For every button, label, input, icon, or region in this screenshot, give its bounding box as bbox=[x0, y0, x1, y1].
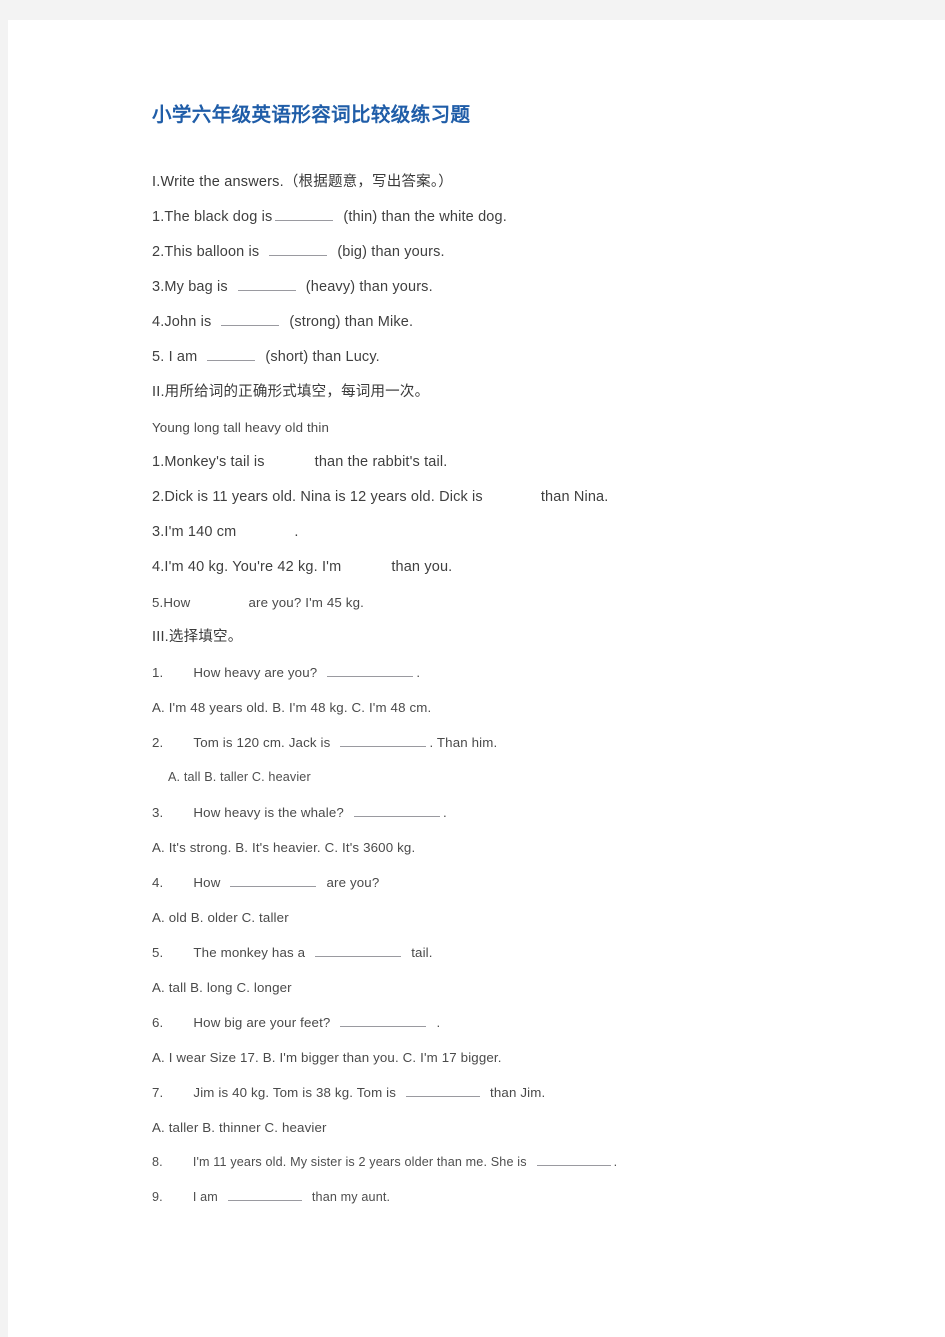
question-text-pre: The monkey has a bbox=[193, 945, 306, 960]
item-text-pre: 1.The black dog is bbox=[152, 209, 273, 225]
question-text-post: tail. bbox=[411, 945, 433, 960]
section-2-item-1: 1.Monkey's tail is than the rabbit's tail… bbox=[152, 445, 912, 480]
section-2-item-2: 2.Dick is 11 years old. Nina is 12 years… bbox=[152, 480, 912, 515]
section-3-choices-1[interactable]: A. I'm 48 years old. B. I'm 48 kg. C. I'… bbox=[152, 690, 912, 725]
section-2-item-4: 4.I'm 40 kg. You're 42 kg. I'm than you. bbox=[152, 550, 912, 585]
question-text-pre: How heavy is the whale? bbox=[193, 805, 344, 820]
question-number: 4. bbox=[152, 875, 164, 890]
item-text-pre: 4.John is bbox=[152, 314, 212, 330]
section-3-question-8: 8. I'm 11 years old. My sister is 2 years… bbox=[152, 1145, 912, 1180]
fill-blank[interactable] bbox=[207, 346, 256, 361]
item-text-post: than Nina. bbox=[540, 489, 609, 505]
question-text-pre: How heavy are you? bbox=[193, 665, 318, 680]
item-text-pre: 4.I'm 40 kg. You're 42 kg. I'm bbox=[152, 559, 342, 575]
section-1-item-5: 5. I am (short) than Lucy. bbox=[152, 340, 912, 375]
item-text-post: than you. bbox=[391, 559, 453, 575]
fill-blank[interactable] bbox=[230, 873, 317, 887]
item-text-pre: 5.How bbox=[152, 595, 191, 610]
section-2-item-3: 3.I'm 140 cm. bbox=[152, 515, 912, 550]
page-title: 小学六年级英语形容词比较级练习题 bbox=[152, 103, 471, 126]
section-3-choices-3[interactable]: A. It's strong. B. It's heavier. C. It's… bbox=[152, 830, 912, 865]
section-1-item-4: 4.John is (strong) than Mike. bbox=[152, 305, 912, 340]
item-text-post: . bbox=[294, 524, 299, 540]
question-number: 6. bbox=[152, 1015, 164, 1030]
item-text-pre: 1.Monkey's tail is bbox=[152, 454, 265, 470]
item-text-post: (short) than Lucy. bbox=[265, 349, 380, 365]
fill-blank[interactable] bbox=[344, 557, 388, 571]
fill-blank[interactable] bbox=[486, 487, 538, 501]
item-text-post: (big) than yours. bbox=[337, 244, 445, 260]
section-1-item-1: 1.The black dog is (thin) than the white … bbox=[152, 200, 912, 235]
fill-blank[interactable] bbox=[239, 522, 291, 536]
section-3-question-6: 6. How big are your feet?. bbox=[152, 1005, 912, 1040]
fill-blank[interactable] bbox=[269, 241, 328, 256]
fill-blank[interactable] bbox=[327, 663, 414, 677]
fill-blank[interactable] bbox=[193, 594, 245, 607]
section-1-heading: I.Write the answers.（根据题意，写出答案。） bbox=[152, 174, 454, 190]
question-text-post: . bbox=[442, 805, 447, 820]
question-text-post: . bbox=[416, 665, 421, 680]
item-text-post: (heavy) than yours. bbox=[305, 279, 433, 295]
question-text-post: . Than him. bbox=[429, 735, 498, 750]
section-3-question-5: 5. The monkey has a tail. bbox=[152, 935, 912, 970]
question-text-pre: Tom is 120 cm. Jack is bbox=[193, 735, 331, 750]
question-text-pre: How big are your feet? bbox=[193, 1015, 331, 1030]
question-text-pre: I'm 11 years old. My sister is 2 years o… bbox=[192, 1155, 527, 1169]
fill-blank[interactable] bbox=[221, 311, 280, 326]
question-text-post: than Jim. bbox=[490, 1085, 546, 1100]
fill-blank[interactable] bbox=[268, 452, 312, 466]
question-text-post: than my aunt. bbox=[311, 1190, 391, 1204]
question-number: 8. bbox=[152, 1155, 163, 1169]
question-number: 3. bbox=[152, 805, 164, 820]
section-3-choices-2[interactable]: A. tall B. taller C. heavier bbox=[152, 760, 912, 795]
section-3-question-4: 4. How are you? bbox=[152, 865, 912, 900]
question-number: 9. bbox=[152, 1190, 163, 1204]
section-3-question-7: 7. Jim is 40 kg. Tom is 38 kg. Tom is than… bbox=[152, 1075, 912, 1110]
section-1-item-2: 2.This balloon is (big) than yours. bbox=[152, 235, 912, 270]
fill-blank[interactable] bbox=[315, 943, 402, 957]
question-number: 1. bbox=[152, 665, 164, 680]
question-text-post: . bbox=[436, 1015, 441, 1030]
fill-blank[interactable] bbox=[340, 1013, 427, 1027]
question-number: 7. bbox=[152, 1085, 164, 1100]
fill-blank[interactable] bbox=[340, 733, 427, 747]
item-text-pre: 3.I'm 140 cm bbox=[152, 524, 237, 540]
question-text-pre: How bbox=[193, 875, 221, 890]
document-content: 小学六年级英语形容词比较级练习题 I.Write the answers.（根据… bbox=[152, 98, 912, 1215]
item-text-post: are you? I'm 45 kg. bbox=[248, 595, 364, 610]
fill-blank[interactable] bbox=[353, 803, 440, 817]
fill-blank[interactable] bbox=[237, 276, 296, 291]
section-3-choices-7[interactable]: A. taller B. thinner C. heavier bbox=[152, 1110, 912, 1145]
question-number: 5. bbox=[152, 945, 164, 960]
question-text-pre: I am bbox=[192, 1190, 218, 1204]
section-2-word-bank: Young long tall heavy old thin bbox=[152, 420, 330, 435]
section-3-choices-6[interactable]: A. I wear Size 17. B. I'm bigger than yo… bbox=[152, 1040, 912, 1075]
section-1-item-3: 3.My bag is (heavy) than yours. bbox=[152, 270, 912, 305]
question-text-post: are you? bbox=[326, 875, 380, 890]
item-text-post: (thin) than the white dog. bbox=[343, 209, 507, 225]
section-2-item-5: 5.How are you? I'm 45 kg. bbox=[152, 585, 912, 620]
fill-blank[interactable] bbox=[406, 1083, 481, 1097]
document-page: 小学六年级英语形容词比较级练习题 I.Write the answers.（根据… bbox=[8, 20, 945, 1337]
item-text-post: than the rabbit's tail. bbox=[314, 454, 448, 470]
section-3-question-3: 3. How heavy is the whale?. bbox=[152, 795, 912, 830]
item-text-pre: 2.This balloon is bbox=[152, 244, 260, 260]
section-3-heading: III.选择填空。 bbox=[152, 629, 243, 645]
fill-blank[interactable] bbox=[227, 1188, 302, 1201]
item-text-pre: 3.My bag is bbox=[152, 279, 228, 295]
section-3-choices-4[interactable]: A. old B. older C. taller bbox=[152, 900, 912, 935]
section-2-heading: II.用所给词的正确形式填空，每词用一次。 bbox=[152, 384, 430, 400]
item-text-pre: 5. I am bbox=[152, 349, 198, 365]
fill-blank[interactable] bbox=[536, 1153, 611, 1166]
section-3-question-9: 9. I am than my aunt. bbox=[152, 1180, 912, 1215]
question-number: 2. bbox=[152, 735, 164, 750]
question-text-pre: Jim is 40 kg. Tom is 38 kg. Tom is bbox=[193, 1085, 397, 1100]
section-3-question-1: 1. How heavy are you?. bbox=[152, 655, 912, 690]
section-3-question-2: 2. Tom is 120 cm. Jack is . Than him. bbox=[152, 725, 912, 760]
question-text-post: . bbox=[613, 1155, 618, 1169]
section-3-choices-5[interactable]: A. tall B. long C. longer bbox=[152, 970, 912, 1005]
fill-blank[interactable] bbox=[275, 206, 334, 221]
item-text-post: (strong) than Mike. bbox=[289, 314, 414, 330]
item-text-pre: 2.Dick is 11 years old. Nina is 12 years… bbox=[152, 489, 483, 505]
